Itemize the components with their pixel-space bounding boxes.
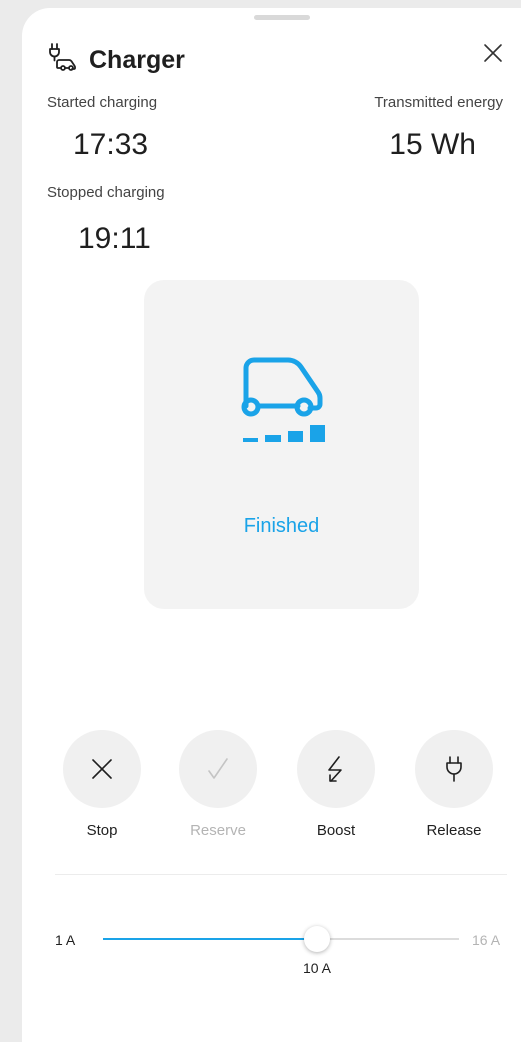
reserve-label: Reserve xyxy=(190,822,246,839)
current-slider[interactable] xyxy=(103,926,459,952)
slider-value-label: 10 A xyxy=(302,960,332,976)
stop-label: Stop xyxy=(86,822,118,839)
release-label: Release xyxy=(426,822,482,839)
reserve-button[interactable] xyxy=(179,730,257,808)
stopped-charging-value: 19:11 xyxy=(78,222,151,255)
started-charging-value: 17:33 xyxy=(73,128,149,161)
started-charging-label: Started charging xyxy=(47,94,158,111)
drag-handle[interactable] xyxy=(254,15,310,20)
car-charging-icon xyxy=(241,357,325,442)
divider xyxy=(55,874,507,875)
stopped-charging-label: Stopped charging xyxy=(47,184,165,201)
close-icon[interactable] xyxy=(480,40,506,66)
charger-sheet: Charger Started charging 17:33 Transmitt… xyxy=(22,8,521,1042)
lightning-icon xyxy=(328,756,342,782)
charging-status-card: Finished xyxy=(144,280,419,609)
boost-action[interactable]: Boost xyxy=(296,730,376,839)
charging-status-text: Finished xyxy=(243,515,320,537)
boost-button[interactable] xyxy=(297,730,375,808)
page-title: Charger xyxy=(89,46,185,74)
slider-max-label: 16 A xyxy=(472,932,501,948)
slider-min-label: 1 A xyxy=(55,932,76,948)
plug-icon xyxy=(446,756,462,782)
slider-fill xyxy=(103,938,317,940)
check-icon xyxy=(208,758,228,779)
stop-button[interactable] xyxy=(63,730,141,808)
release-action[interactable]: Release xyxy=(414,730,494,839)
reserve-action[interactable]: Reserve xyxy=(178,730,258,839)
plug-car-icon xyxy=(49,43,76,71)
transmitted-energy-label: Transmitted energy xyxy=(374,94,503,111)
slider-thumb[interactable] xyxy=(304,926,330,952)
release-button[interactable] xyxy=(415,730,493,808)
stop-action[interactable]: Stop xyxy=(62,730,142,839)
boost-label: Boost xyxy=(316,822,356,839)
close-icon xyxy=(92,759,112,779)
transmitted-energy-value: 15 Wh xyxy=(389,128,476,161)
